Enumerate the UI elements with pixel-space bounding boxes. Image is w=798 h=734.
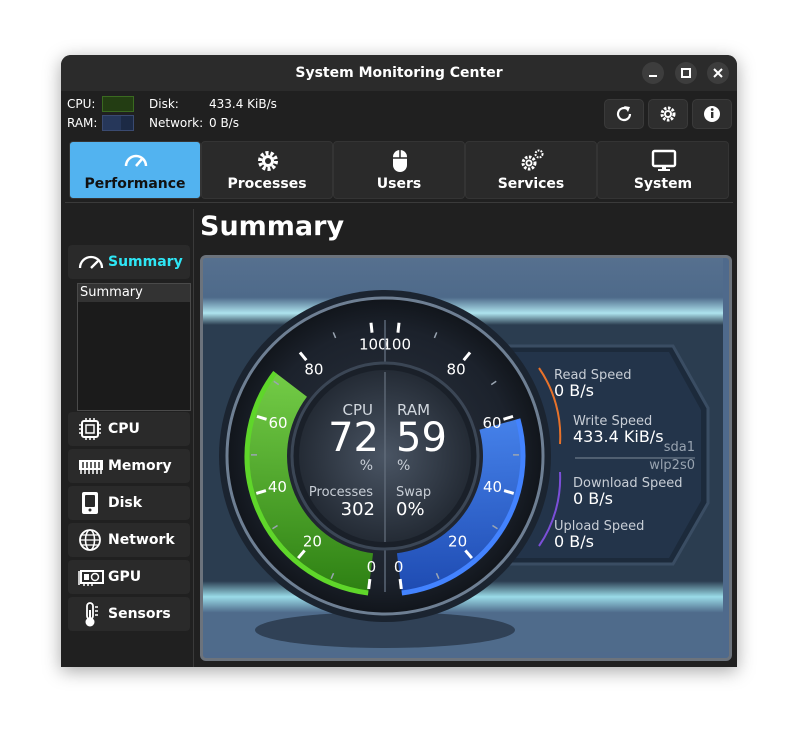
gauge-tick xyxy=(369,322,374,333)
gauge-icon xyxy=(78,255,104,269)
network-label: Network: xyxy=(149,116,204,130)
gauge-tick-label: 80 xyxy=(304,360,323,378)
list-item[interactable]: Summary xyxy=(78,284,190,302)
tab-users-label: Users xyxy=(376,176,422,192)
gpu-icon xyxy=(78,570,104,586)
processes-label: Processes xyxy=(309,485,373,500)
ram-value: 59 xyxy=(396,415,447,461)
disk-label: Disk: xyxy=(149,97,179,111)
gauge-tick-label: 40 xyxy=(483,478,502,496)
tab-services-label: Services xyxy=(497,176,565,192)
sidebar-item-label: Network xyxy=(108,532,175,548)
cpu-unit: % xyxy=(360,458,373,474)
sidebar-item-disk[interactable]: Disk xyxy=(68,486,190,520)
disk-device: sda1 xyxy=(664,440,695,455)
window-title: System Monitoring Center xyxy=(295,65,503,81)
sidebar-item-label: GPU xyxy=(108,569,142,585)
sidebar-item-sensors[interactable]: Sensors xyxy=(68,597,190,631)
gauge-tick-label: 0 xyxy=(394,558,404,576)
network-device: wlp2s0 xyxy=(649,458,695,473)
gear-icon xyxy=(258,151,278,171)
sidebar-item-cpu[interactable]: CPU xyxy=(68,412,190,446)
summary-gauge-panel: 0 20 40 60 80 100 0 20 40 60 80 100 CPU 72 % RAM 59… xyxy=(200,255,732,661)
swap-label: Swap xyxy=(396,485,431,500)
cpu-label: CPU: xyxy=(67,97,96,111)
minimize-button[interactable] xyxy=(642,62,664,84)
sidebar-item-label: Memory xyxy=(108,458,172,474)
tab-services[interactable]: Services xyxy=(465,141,597,199)
gauge-icon xyxy=(124,154,148,167)
divider xyxy=(65,202,733,203)
refresh-button[interactable] xyxy=(604,99,644,129)
network-value: 0 B/s xyxy=(209,116,239,130)
summary-list[interactable]: Summary xyxy=(77,283,191,411)
sidebar-item-label: Disk xyxy=(108,495,143,511)
about-button[interactable] xyxy=(692,99,732,129)
sidebar-item-label: Sensors xyxy=(108,606,171,622)
tab-processes[interactable]: Processes xyxy=(201,141,333,199)
close-icon xyxy=(713,68,723,78)
summary-gauge: 020406080100020406080100 CPU 72 % RAM 59… xyxy=(203,258,723,652)
ram-label: RAM: xyxy=(67,116,98,130)
app-window: System Monitoring Center CPU: RAM: Disk:… xyxy=(61,55,737,667)
maximize-icon xyxy=(681,68,691,78)
gauge-tick-label: 20 xyxy=(303,532,322,550)
tab-processes-label: Processes xyxy=(227,176,307,192)
sidebar-item-summary[interactable]: Summary xyxy=(68,245,190,279)
tab-system-label: System xyxy=(633,176,693,192)
settings-button[interactable] xyxy=(648,99,688,129)
minimize-icon xyxy=(649,75,657,77)
sidebar-item-label: Summary xyxy=(108,254,183,270)
globe-icon xyxy=(79,529,101,551)
gauge-tick xyxy=(398,578,403,590)
cpu-icon xyxy=(79,418,101,440)
sidebar-item-memory[interactable]: Memory xyxy=(68,449,190,483)
gauge-tick-label: 100 xyxy=(382,336,411,354)
tab-users[interactable]: Users xyxy=(333,141,465,199)
sidebar-item-gpu[interactable]: GPU xyxy=(68,560,190,594)
tab-system[interactable]: System xyxy=(597,141,729,199)
sidebar-divider xyxy=(193,209,194,667)
gear-icon xyxy=(660,106,676,122)
info-icon xyxy=(704,106,720,122)
write-speed-value: 433.4 KiB/s xyxy=(573,427,664,446)
tab-performance[interactable]: Performance xyxy=(69,141,201,199)
gauge-tick-label: 80 xyxy=(447,360,466,378)
gauge-tick xyxy=(367,578,372,590)
maximize-button[interactable] xyxy=(675,62,697,84)
download-speed-value: 0 B/s xyxy=(573,489,613,508)
ram-mini-graph xyxy=(102,115,134,131)
gauge-tick xyxy=(396,322,401,333)
gauge-tick-label: 40 xyxy=(268,478,287,496)
gauge-tick-label: 60 xyxy=(482,414,501,432)
cpu-mini-graph xyxy=(102,96,134,112)
disk-icon xyxy=(82,492,98,514)
memory-icon xyxy=(79,460,103,474)
gauge-tick-label: 0 xyxy=(367,558,377,576)
ram-unit: % xyxy=(397,458,410,474)
swap-value: 0% xyxy=(396,499,425,520)
mouse-icon xyxy=(393,150,407,172)
tab-performance-label: Performance xyxy=(84,176,186,192)
sidebar-item-label: CPU xyxy=(108,421,140,437)
disk-value: 433.4 KiB/s xyxy=(209,97,277,111)
gears-icon xyxy=(521,149,544,171)
gauge-tick-label: 20 xyxy=(448,532,467,550)
read-speed-value: 0 B/s xyxy=(554,381,594,400)
processes-value: 302 xyxy=(341,499,375,520)
upload-speed-value: 0 B/s xyxy=(554,532,594,551)
title-bar: System Monitoring Center xyxy=(61,55,737,91)
close-button[interactable] xyxy=(707,62,729,84)
sidebar-item-network[interactable]: Network xyxy=(68,523,190,557)
thermometer-icon xyxy=(85,602,98,627)
gauge-tick-label: 60 xyxy=(268,414,287,432)
page-title: Summary xyxy=(200,211,345,242)
monitor-icon xyxy=(651,149,677,171)
cpu-value: 72 xyxy=(328,415,379,461)
refresh-icon xyxy=(616,106,632,122)
